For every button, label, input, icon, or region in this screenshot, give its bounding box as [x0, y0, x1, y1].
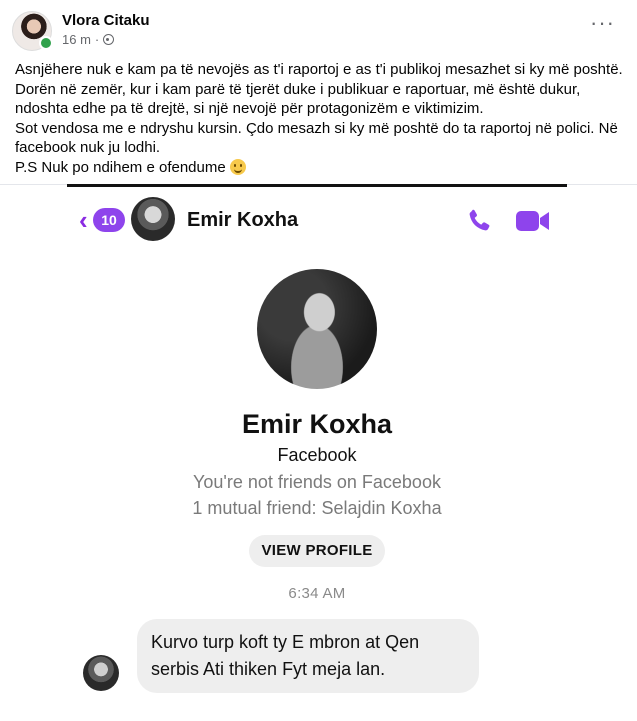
post-ps-line: P.S Nuk po ndihem e ofendume — [15, 158, 625, 178]
post-time[interactable]: 16 m — [62, 32, 91, 47]
online-status-icon — [39, 36, 53, 50]
profile-photo — [257, 269, 377, 389]
post-ps-text: P.S Nuk po ndihem e ofendume — [15, 158, 226, 176]
profile-source: Facebook — [277, 445, 357, 465]
post-line: Sot vendosa me e ndryshu kursin. Çdo mes… — [15, 119, 618, 157]
messenger-topbar: ‹ 10 Emir Koxha — [67, 187, 567, 247]
messenger-screenshot-image[interactable]: ‹ 10 Emir Koxha Emir Koxha Facebook You'… — [67, 184, 567, 721]
more-options-icon[interactable]: ··· — [590, 12, 615, 34]
view-profile-button: VIEW PROFILE — [249, 535, 385, 567]
phone-icon — [469, 209, 490, 231]
video-call-icon — [516, 211, 549, 231]
author-name[interactable]: Vlora Citaku — [62, 12, 150, 29]
back-chevron-icon: ‹ — [79, 205, 88, 235]
smile-emoji-icon — [229, 158, 246, 175]
unread-count-badge: 10 — [93, 208, 125, 232]
message-timestamp: 6:34 AM — [288, 585, 346, 602]
mutual-friends: 1 mutual friend: Selajdin Koxha — [192, 498, 442, 518]
post-line: Asnjëhere nuk e kam pa të nevojës as t'i… — [15, 61, 623, 78]
contact-name: Emir Koxha — [187, 209, 299, 231]
post-meta: 16 m · — [62, 32, 115, 47]
friend-status: You're not friends on Facebook — [193, 472, 441, 492]
post-body: Asnjëhere nuk e kam pa të nevojës as t'i… — [15, 60, 625, 177]
author-avatar-wrap[interactable] — [12, 11, 53, 51]
post-line: Dorën në zemër, kur i kam parë të tjerët… — [15, 80, 581, 118]
meta-separator: · — [94, 32, 100, 47]
profile-name: Emir Koxha — [241, 409, 393, 439]
sender-avatar — [83, 655, 119, 691]
contact-avatar — [131, 197, 175, 241]
globe-icon[interactable] — [103, 34, 115, 45]
message-bubble: Kurvo turp koft ty E mbron at Qen serbis… — [137, 619, 479, 693]
facebook-post: Vlora Citaku 16 m · ··· Asnjëhere nuk e … — [0, 0, 637, 721]
